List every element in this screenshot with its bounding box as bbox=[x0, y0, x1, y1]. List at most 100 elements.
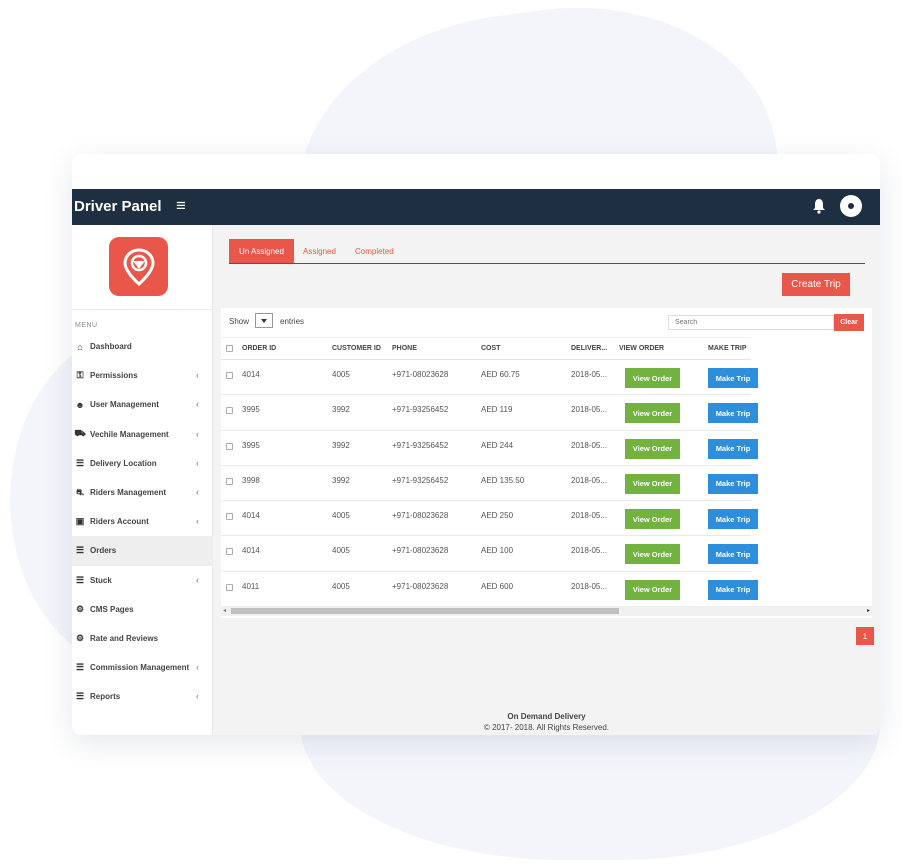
sidebar-item-label: Stuck bbox=[90, 575, 112, 585]
tab-completed[interactable]: Completed bbox=[345, 239, 404, 263]
column-header: CUSTOMER ID bbox=[332, 345, 381, 352]
cell-phone: +971-93256452 bbox=[392, 475, 449, 485]
sidebar-item-vechile-management[interactable]: ⛟ Vechile Management ‹ bbox=[72, 420, 213, 449]
sidebar-item-label: Riders Management bbox=[90, 488, 167, 498]
table-row: 4014 4005 +971-08023628 AED 100 2018-05... Vi… bbox=[221, 536, 758, 572]
list-icon: ☰ bbox=[75, 574, 85, 585]
cell-order-id: 3995 bbox=[242, 405, 260, 415]
make-trip-button[interactable]: Make Trip bbox=[708, 579, 758, 600]
table-header-row: ORDER ID CUSTOMER ID PHONE COST DELIVER... VI… bbox=[221, 337, 751, 360]
row-checkbox[interactable] bbox=[226, 548, 233, 556]
column-header: DELIVER... bbox=[571, 345, 608, 352]
row-checkbox[interactable] bbox=[226, 442, 233, 450]
list-icon: ☰ bbox=[75, 457, 85, 468]
tab-un-assigned[interactable]: Un Assigned bbox=[229, 239, 294, 263]
make-trip-button[interactable]: Make Trip bbox=[708, 509, 758, 530]
horizontal-scrollbar[interactable]: ◂ ▸ bbox=[221, 606, 872, 616]
top-navbar: Driver Panel ≡ bbox=[72, 189, 880, 225]
list-icon: ☰ bbox=[75, 545, 85, 556]
sidebar-item-stuck[interactable]: ☰ Stuck ‹ bbox=[72, 566, 213, 595]
divider bbox=[72, 309, 213, 310]
cell-delivery: 2018-05... bbox=[571, 475, 608, 485]
sidebar-item-label: User Management bbox=[90, 400, 159, 410]
sidebar-item-riders-account[interactable]: ▣ Riders Account ‹ bbox=[72, 507, 213, 536]
sidebar-item-cms-pages[interactable]: ⚙ CMS Pages bbox=[72, 595, 213, 624]
cell-customer-id: 4005 bbox=[332, 511, 350, 521]
sidebar-item-dashboard[interactable]: ⌂ Dashboard bbox=[72, 332, 213, 361]
chevron-left-icon: ‹ bbox=[196, 662, 199, 673]
clear-button[interactable]: Clear bbox=[834, 314, 864, 331]
sidebar-item-label: Commission Management bbox=[90, 663, 190, 673]
sidebar-item-reports[interactable]: ☰ Reports ‹ bbox=[72, 682, 213, 711]
search-input[interactable] bbox=[668, 315, 834, 330]
sidebar-item-delivery-location[interactable]: ☰ Delivery Location ‹ bbox=[72, 449, 213, 478]
view-order-button[interactable]: View Order bbox=[625, 368, 680, 388]
cell-cost: AED 100 bbox=[481, 546, 514, 556]
make-trip-button[interactable]: Make Trip bbox=[708, 368, 758, 388]
cell-cost: AED 119 bbox=[481, 405, 513, 415]
chevron-left-icon: ‹ bbox=[196, 486, 199, 497]
view-order-button[interactable]: View Order bbox=[625, 403, 680, 424]
create-trip-button[interactable]: Create Trip bbox=[782, 273, 850, 296]
make-trip-button[interactable]: Make Trip bbox=[708, 403, 758, 424]
list-icon: ☰ bbox=[75, 662, 85, 673]
column-header: VIEW ORDER bbox=[619, 345, 665, 352]
tab-assigned[interactable]: Assigned bbox=[293, 239, 346, 263]
view-order-button[interactable]: View Order bbox=[625, 579, 680, 600]
bell-icon[interactable] bbox=[812, 198, 826, 214]
row-checkbox[interactable] bbox=[226, 407, 233, 415]
sidebar-item-user-management[interactable]: ☻ User Management ‹ bbox=[72, 390, 213, 419]
main-content: Un Assigned Assigned Completed Create Trip… bbox=[213, 225, 880, 735]
view-order-button[interactable]: View Order bbox=[625, 509, 680, 530]
make-trip-button[interactable]: Make Trip bbox=[708, 544, 758, 565]
home-icon: ⌂ bbox=[77, 341, 83, 352]
sidebar-item-permissions[interactable]: ⚿ Permissions ‹ bbox=[72, 361, 213, 390]
make-trip-button[interactable]: Make Trip bbox=[708, 473, 758, 494]
sidebar-item-rate-and-reviews[interactable]: ⚙ Rate and Reviews bbox=[72, 624, 213, 653]
cell-order-id: 4014 bbox=[242, 546, 260, 556]
select-all-checkbox[interactable] bbox=[226, 345, 233, 352]
cell-phone: +971-08023628 bbox=[392, 370, 449, 379]
app-logo bbox=[109, 237, 168, 296]
list-icon: ☰ bbox=[75, 691, 85, 702]
column-header: MAKE TRIP bbox=[708, 345, 747, 352]
row-checkbox[interactable] bbox=[226, 477, 233, 485]
chevron-left-icon: ‹ bbox=[196, 574, 199, 585]
sidebar-item-commission-management[interactable]: ☰ Commission Management ‹ bbox=[72, 653, 213, 682]
view-order-button[interactable]: View Order bbox=[625, 438, 680, 459]
row-checkbox[interactable] bbox=[226, 583, 233, 591]
row-checkbox[interactable] bbox=[226, 372, 233, 379]
footer-title: On Demand Delivery bbox=[507, 712, 586, 721]
menu-section-title: MENU bbox=[75, 322, 98, 329]
sidebar-item-riders-management[interactable]: ⛐ Riders Management ‹ bbox=[72, 478, 213, 507]
sidebar-item-orders[interactable]: ☰ Orders bbox=[72, 536, 213, 566]
cell-cost: AED 244 bbox=[481, 440, 514, 450]
row-checkbox[interactable] bbox=[226, 513, 233, 521]
app-window: Driver Panel ≡ MENU ⌂ Dashboard ⚿ Permissio… bbox=[72, 154, 880, 735]
user-avatar-icon[interactable] bbox=[840, 195, 862, 217]
cell-customer-id: 3992 bbox=[332, 405, 350, 415]
cell-phone: +971-08023628 bbox=[392, 581, 449, 591]
chevron-left-icon: ‹ bbox=[196, 516, 199, 527]
chevron-left-icon: ‹ bbox=[196, 457, 199, 468]
id-card-icon: ▣ bbox=[75, 516, 85, 527]
sidebar-item-label: Orders bbox=[90, 546, 117, 556]
scroll-right-icon[interactable]: ▸ bbox=[867, 607, 870, 614]
scroll-left-icon[interactable]: ◂ bbox=[223, 607, 226, 614]
chevron-left-icon: ‹ bbox=[196, 428, 199, 439]
hamburger-menu-icon[interactable]: ≡ bbox=[176, 196, 186, 216]
pagination-page-button[interactable]: 1 bbox=[856, 627, 874, 645]
make-trip-button[interactable]: Make Trip bbox=[708, 438, 758, 459]
entries-select[interactable] bbox=[255, 313, 273, 328]
orders-table-panel: Show entries Clear ORDER ID CUSTOMER ID PH… bbox=[221, 308, 872, 618]
sidebar-item-label: Rate and Reviews bbox=[90, 633, 159, 643]
table-row: 4011 4005 +971-08023628 AED 600 2018-05... Vi… bbox=[221, 572, 758, 608]
cell-delivery: 2018-05... bbox=[571, 440, 608, 450]
car-icon: ⛟ bbox=[74, 428, 86, 439]
view-order-button[interactable]: View Order bbox=[625, 544, 680, 565]
cell-order-id: 4014 bbox=[242, 370, 260, 379]
cell-delivery: 2018-05... bbox=[571, 405, 608, 415]
cell-cost: AED 135.50 bbox=[481, 475, 525, 485]
scroll-thumb[interactable] bbox=[231, 608, 619, 614]
view-order-button[interactable]: View Order bbox=[625, 473, 680, 494]
